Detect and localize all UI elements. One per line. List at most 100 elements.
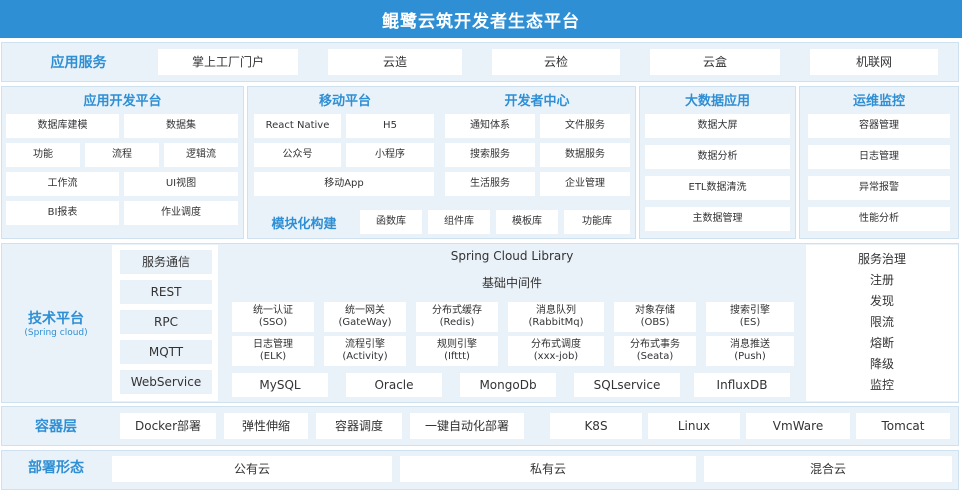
middleware-sub: (Seata) bbox=[636, 351, 674, 362]
database-item[interactable]: MySQL bbox=[232, 373, 328, 397]
middleware-item[interactable]: 消息队列 (RabbitMq) bbox=[508, 302, 604, 332]
middleware-name: 搜索引擎 bbox=[730, 304, 770, 316]
middleware-item[interactable]: 统一网关 (GateWay) bbox=[324, 302, 406, 332]
middleware-sub: (GateWay) bbox=[338, 317, 392, 328]
middleware-item[interactable]: 分布式缓存 (Redis) bbox=[416, 302, 498, 332]
mobile-platform-item[interactable]: 小程序 bbox=[346, 143, 434, 167]
modular-item[interactable]: 功能库 bbox=[564, 210, 630, 234]
middleware-name: 对象存储 bbox=[635, 304, 675, 316]
middleware-sub: (ES) bbox=[739, 317, 761, 328]
governance-item[interactable]: 降级 bbox=[806, 353, 958, 373]
bigdata-item[interactable]: 数据大屏 bbox=[645, 114, 790, 138]
middleware-item[interactable]: 消息推送 (Push) bbox=[706, 336, 794, 366]
container-item[interactable]: Tomcat bbox=[856, 413, 950, 439]
dev-center-item[interactable]: 搜索服务 bbox=[445, 143, 535, 167]
app-service-item[interactable]: 云盒 bbox=[650, 49, 780, 75]
dev-center-item[interactable]: 企业管理 bbox=[540, 172, 630, 196]
comm-item[interactable]: 服务通信 bbox=[120, 250, 212, 274]
comm-item[interactable]: REST bbox=[120, 280, 212, 304]
tech-platform-label: 技术平台 (Spring cloud) bbox=[1, 243, 111, 403]
database-item[interactable]: InfluxDB bbox=[694, 373, 790, 397]
middleware-item[interactable]: 规则引擎 (Ifttt) bbox=[416, 336, 498, 366]
comm-item[interactable]: RPC bbox=[120, 310, 212, 334]
dev-center-item[interactable]: 数据服务 bbox=[540, 143, 630, 167]
dev-platform-item[interactable]: 数据库建模 bbox=[6, 114, 119, 138]
dev-platform-item[interactable]: 流程 bbox=[85, 143, 159, 167]
dev-platform-item[interactable]: 逻辑流 bbox=[164, 143, 238, 167]
ops-item[interactable]: 日志管理 bbox=[808, 145, 950, 169]
middleware-name: 消息推送 bbox=[730, 338, 770, 350]
app-service-item[interactable]: 云造 bbox=[328, 49, 462, 75]
middleware-item[interactable]: 分布式事务 (Seata) bbox=[614, 336, 696, 366]
comm-item[interactable]: MQTT bbox=[120, 340, 212, 364]
container-item[interactable]: Docker部署 bbox=[120, 413, 216, 439]
mobile-platform-item[interactable]: H5 bbox=[346, 114, 434, 138]
bigdata-item[interactable]: ETL数据清洗 bbox=[645, 176, 790, 200]
deploy-item[interactable]: 公有云 bbox=[112, 456, 392, 482]
app-service-item[interactable]: 云检 bbox=[492, 49, 620, 75]
mobile-platform-item[interactable]: React Native bbox=[254, 114, 341, 138]
modular-item[interactable]: 模板库 bbox=[496, 210, 558, 234]
ops-title: 运维监控 bbox=[852, 93, 905, 109]
governance-item[interactable]: 熔断 bbox=[806, 332, 958, 352]
middleware-sub: (ELK) bbox=[259, 351, 287, 362]
middleware-item[interactable]: 对象存储 (OBS) bbox=[614, 302, 696, 332]
dev-platform-item[interactable]: 工作流 bbox=[6, 172, 119, 196]
ops-item[interactable]: 容器管理 bbox=[808, 114, 950, 138]
bigdata-title: 大数据应用 bbox=[684, 93, 750, 109]
deploy-item[interactable]: 私有云 bbox=[400, 456, 696, 482]
ops-item[interactable]: 异常报警 bbox=[808, 176, 950, 200]
mobile-platform-item[interactable]: 公众号 bbox=[254, 143, 341, 167]
database-item[interactable]: SQLservice bbox=[574, 373, 680, 397]
dev-center-item[interactable]: 通知体系 bbox=[445, 114, 535, 138]
mobile-platform-title: 移动平台 bbox=[318, 93, 371, 109]
dev-center-item[interactable]: 文件服务 bbox=[540, 114, 630, 138]
middleware-name: 分布式调度 bbox=[531, 338, 581, 350]
bigdata-item[interactable]: 数据分析 bbox=[645, 145, 790, 169]
middleware-item[interactable]: 分布式调度 (xxx-job) bbox=[508, 336, 604, 366]
dev-center-item[interactable]: 生活服务 bbox=[445, 172, 535, 196]
deploy-item[interactable]: 混合云 bbox=[704, 456, 952, 482]
app-service-item[interactable]: 掌上工厂门户 bbox=[158, 49, 298, 75]
container-item[interactable]: 容器调度 bbox=[316, 413, 402, 439]
middleware-sub: (OBS) bbox=[640, 317, 670, 328]
database-item[interactable]: MongoDb bbox=[460, 373, 556, 397]
middleware-item[interactable]: 日志管理 (ELK) bbox=[232, 336, 314, 366]
comm-item[interactable]: WebService bbox=[120, 370, 212, 394]
container-item[interactable]: K8S bbox=[550, 413, 642, 439]
middleware-sub: (Ifttt) bbox=[444, 351, 470, 362]
dev-platform-item[interactable]: 数据集 bbox=[124, 114, 238, 138]
governance-item: 服务治理 bbox=[857, 251, 906, 266]
governance-item[interactable]: 注册 bbox=[806, 269, 958, 289]
ops-item[interactable]: 性能分析 bbox=[808, 207, 950, 231]
modular-title: 模块化构建 bbox=[271, 216, 337, 232]
container-item[interactable]: Linux bbox=[648, 413, 740, 439]
dev-platform-item[interactable]: 作业调度 bbox=[124, 201, 238, 225]
middleware-sub: (SSO) bbox=[258, 317, 288, 328]
mobile-platform-item[interactable]: 移动App bbox=[254, 172, 434, 196]
modular-item[interactable]: 组件库 bbox=[428, 210, 490, 234]
app-service-item[interactable]: 机联网 bbox=[810, 49, 938, 75]
dev-platform-item[interactable]: 功能 bbox=[6, 143, 80, 167]
container-item[interactable]: 弹性伸缩 bbox=[224, 413, 308, 439]
middleware-item[interactable]: 流程引擎 (Activity) bbox=[324, 336, 406, 366]
container-label: 容器层 bbox=[35, 419, 77, 435]
dev-platform-item[interactable]: BI报表 bbox=[6, 201, 119, 225]
governance-item[interactable]: 限流 bbox=[806, 311, 958, 331]
middleware-name: 日志管理 bbox=[253, 338, 293, 350]
middleware-name: 统一认证 bbox=[253, 304, 293, 316]
middleware-name: 流程引擎 bbox=[345, 338, 385, 350]
dev-platform-item[interactable]: UI视图 bbox=[124, 172, 238, 196]
database-item[interactable]: Oracle bbox=[346, 373, 442, 397]
container-item[interactable]: VmWare bbox=[746, 413, 850, 439]
middleware-item[interactable]: 搜索引擎 (ES) bbox=[706, 302, 794, 332]
governance-item[interactable]: 监控 bbox=[806, 374, 958, 394]
base-middleware-title: 基础中间件 bbox=[222, 270, 802, 294]
dev-center-title: 开发者中心 bbox=[504, 93, 570, 109]
container-item[interactable]: 一键自动化部署 bbox=[410, 413, 524, 439]
middleware-item[interactable]: 统一认证 (SSO) bbox=[232, 302, 314, 332]
middleware-sub: (Activity) bbox=[342, 351, 388, 362]
governance-item[interactable]: 发现 bbox=[806, 290, 958, 310]
modular-item[interactable]: 函数库 bbox=[360, 210, 422, 234]
bigdata-item[interactable]: 主数据管理 bbox=[645, 207, 790, 231]
